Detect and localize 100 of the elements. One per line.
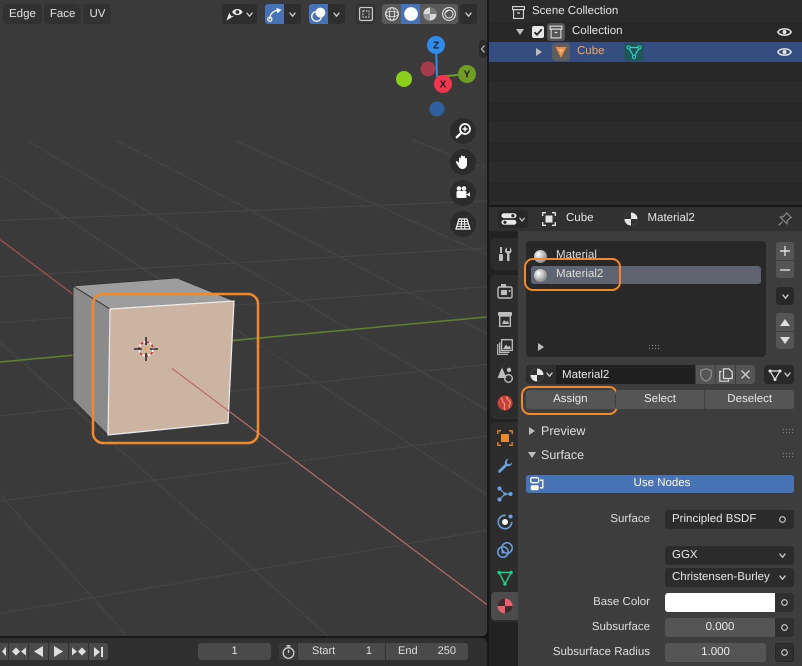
chevron-left-icon[interactable] <box>479 40 487 58</box>
move-down-button[interactable] <box>776 331 794 349</box>
eye-icon[interactable] <box>777 47 792 57</box>
caret-down-icon <box>779 553 786 558</box>
printer-icon <box>496 311 512 327</box>
field-label: Subsurface Radius <box>552 646 650 660</box>
dropdown-button[interactable] <box>284 4 301 24</box>
wrench-icon <box>496 458 512 474</box>
plus-icon <box>780 246 790 256</box>
checkbox[interactable] <box>532 26 544 38</box>
shield-icon <box>700 368 712 382</box>
material-sphere-icon <box>496 598 512 614</box>
select-button[interactable]: Select <box>616 390 704 409</box>
browse-material-button[interactable] <box>526 365 556 384</box>
assign-button[interactable]: Assign <box>526 390 615 409</box>
play-button[interactable] <box>49 643 68 660</box>
menu-button[interactable]: Edge <box>3 4 42 24</box>
dropdown[interactable]: GGX <box>665 546 794 565</box>
outliner-row[interactable]: Collection <box>489 22 802 42</box>
axis-dot[interactable] <box>458 65 476 83</box>
number-field[interactable]: 1.000 <box>665 643 766 662</box>
grip-dots-icon[interactable] <box>783 429 793 433</box>
socket-button[interactable] <box>775 618 794 637</box>
stopwatch-toggle[interactable] <box>279 643 297 660</box>
axis-dot[interactable] <box>420 62 436 76</box>
visibility-dropdown[interactable] <box>222 4 257 24</box>
orbit-icon <box>496 514 512 530</box>
caret-down-icon <box>518 216 525 222</box>
socket-button[interactable] <box>775 593 794 612</box>
jump-start-button[interactable] <box>0 643 8 660</box>
socket-button[interactable] <box>775 643 794 662</box>
previous-keyframe-button[interactable] <box>9 643 28 660</box>
axis-dot[interactable] <box>396 71 412 87</box>
remove-slot-button[interactable] <box>776 260 794 278</box>
outliner-row[interactable]: Cube <box>489 42 802 62</box>
cube-face[interactable] <box>107 300 235 436</box>
shader-field[interactable]: Principled BSDF <box>665 510 794 529</box>
material-slot[interactable]: Material2 <box>531 266 761 284</box>
end-frame-field[interactable]: End 250 <box>386 643 468 660</box>
editor-type-button[interactable] <box>498 210 528 228</box>
triangle-down-icon[interactable] <box>516 29 524 35</box>
unlink-button[interactable] <box>735 365 755 384</box>
outliner-row[interactable]: Scene Collection <box>489 2 802 22</box>
caret-down-icon <box>465 12 472 16</box>
triangle-right-icon[interactable] <box>536 48 542 56</box>
menu-button[interactable]: Face <box>44 4 82 24</box>
add-slot-button[interactable] <box>776 242 794 260</box>
color-swatch[interactable] <box>665 593 775 612</box>
copy-icon <box>718 368 732 382</box>
globe-icon <box>496 395 512 411</box>
shaded-sphere-icon <box>422 7 436 21</box>
material-slot[interactable]: Material <box>531 247 761 265</box>
current-frame-field[interactable]: 1 <box>198 643 271 660</box>
wireframe-shading-button[interactable] <box>382 4 401 24</box>
checker-sphere-icon <box>530 368 544 382</box>
grip-dots-icon[interactable] <box>649 345 659 349</box>
axis-dot[interactable] <box>427 36 445 54</box>
gizmo-toggle[interactable] <box>265 4 284 24</box>
use-nodes-button[interactable]: Use Nodes <box>526 475 794 493</box>
stopwatch-icon <box>282 644 294 658</box>
slot-menu-button[interactable] <box>776 287 794 305</box>
camera-back-icon <box>496 283 512 299</box>
panel-header[interactable]: Preview <box>526 421 794 441</box>
rendered-shading-button[interactable] <box>439 4 458 24</box>
link-dropdown[interactable] <box>764 365 794 384</box>
socket-dot-icon <box>781 599 788 606</box>
cone-sphere-icon <box>496 367 512 383</box>
jump-end-button[interactable] <box>89 643 108 660</box>
grip-dots-icon[interactable] <box>783 453 793 457</box>
axis-dot[interactable] <box>434 75 452 93</box>
caret-down-icon <box>782 294 788 298</box>
toggle-switches-icon <box>501 212 517 226</box>
duplicate-button[interactable] <box>715 365 735 384</box>
socket-dot-icon[interactable] <box>779 516 786 523</box>
dropdown-button[interactable] <box>328 4 345 24</box>
fake-user-button[interactable] <box>695 365 715 384</box>
eye-icon[interactable] <box>777 27 792 37</box>
panel-header[interactable]: Surface <box>526 445 794 465</box>
number-field[interactable]: 0.000 <box>665 618 775 637</box>
start-frame-field[interactable]: Start 1 <box>298 643 385 660</box>
overlay-toggle[interactable] <box>309 4 328 24</box>
hand-icon[interactable] <box>450 149 476 175</box>
dropdown[interactable]: Christensen-Burley <box>665 568 794 587</box>
material-name-field[interactable]: Material2 <box>556 365 695 384</box>
material-shading-button[interactable] <box>420 4 439 24</box>
move-up-button[interactable] <box>776 313 794 331</box>
zoom-in-icon[interactable] <box>450 118 476 144</box>
deselect-button[interactable]: Deselect <box>705 390 794 409</box>
camera-icon[interactable] <box>450 180 476 206</box>
dropdown-button[interactable] <box>460 4 477 24</box>
xray-toggle[interactable] <box>356 4 375 24</box>
play-reverse-button[interactable] <box>29 643 48 660</box>
next-keyframe-button[interactable] <box>69 643 88 660</box>
solid-shading-button[interactable] <box>401 4 420 24</box>
perspective-grid-icon[interactable] <box>450 211 476 237</box>
triangle-right-icon[interactable] <box>538 343 544 351</box>
axis-dot[interactable] <box>430 102 444 116</box>
socket-dot-icon <box>781 624 788 631</box>
pin-icon[interactable] <box>778 212 792 226</box>
menu-button[interactable]: UV <box>83 4 112 24</box>
